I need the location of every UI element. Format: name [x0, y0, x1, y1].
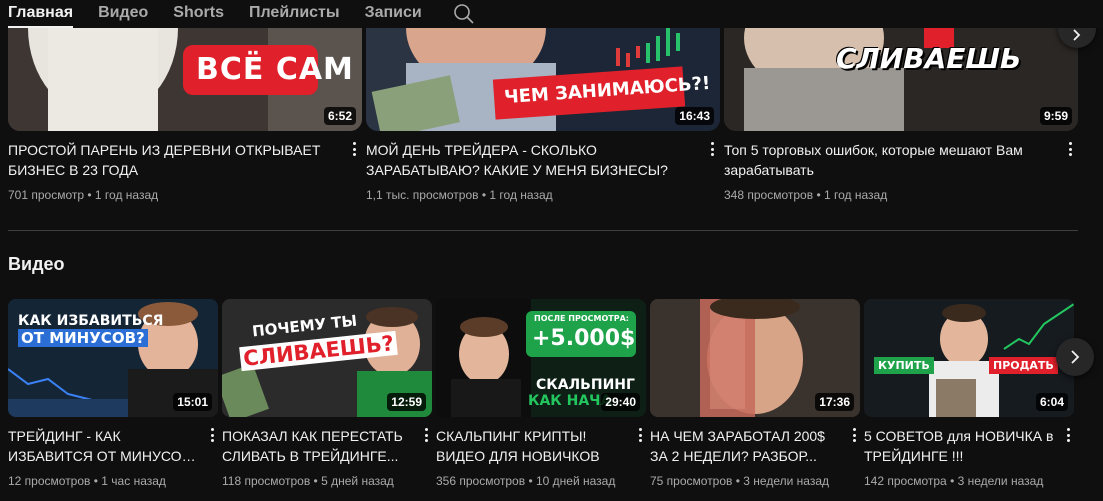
video-duration: 29:40 — [601, 393, 640, 411]
upload-age: 3 недели назад — [743, 474, 830, 488]
thumbnail-caption: +5.000$ — [532, 326, 636, 351]
thumbnail-caption: КАК НАЧА — [528, 393, 612, 409]
tab-playlists[interactable]: Плейлисты — [249, 0, 340, 28]
video-title-line: ЗА 2 НЕДЕЛИ? РАЗБОР... — [650, 448, 817, 464]
upload-age: 3 недели назад — [957, 474, 1044, 488]
meta-separator: • — [816, 188, 821, 202]
section-divider — [8, 230, 1078, 231]
meta-separator: • — [735, 474, 740, 488]
video-title-line: ИЗБАВИТСЯ ОТ МИНУСОВ... — [8, 448, 198, 464]
video-duration: 6:52 — [323, 107, 356, 125]
video-duration: 15:01 — [173, 393, 212, 411]
thumbnail-caption: КАК ИЗБАВИТЬСЯ — [18, 313, 164, 329]
view-count: 142 просмотра — [864, 474, 947, 488]
video-duration: 16:43 — [675, 107, 714, 125]
meta-separator: • — [93, 474, 98, 488]
video-title[interactable]: Топ 5 торговых ошибок, которые мешают Ва… — [724, 140, 1049, 180]
more-options-icon[interactable] — [206, 426, 218, 446]
video-title[interactable]: МОЙ ДЕНЬ ТРЕЙДЕРА - СКОЛЬКО ЗАРАБАТЫВАЮ?… — [366, 140, 691, 180]
tab-home[interactable]: Главная — [8, 0, 74, 28]
video-title[interactable]: СКАЛЬПИНГ КРИПТЫ! ВИДЕО ДЛЯ НОВИЧКОВ — [436, 426, 626, 466]
meta-separator: • — [313, 474, 318, 488]
upload-age: 5 дней назад — [321, 474, 394, 488]
meta-separator: • — [950, 474, 955, 488]
tab-posts[interactable]: Записи — [365, 0, 422, 28]
view-count: 348 просмотров — [724, 188, 814, 202]
more-options-icon[interactable] — [346, 140, 362, 160]
video-title-line: СКАЛЬПИНГ КРИПТЫ! — [436, 428, 587, 444]
upload-age: 1 час назад — [101, 474, 166, 488]
video-title[interactable]: ТРЕЙДИНГ - КАК ИЗБАВИТСЯ ОТ МИНУСОВ... — [8, 426, 198, 466]
view-count: 12 просмотров — [8, 474, 91, 488]
video-title-line: ТРЕЙДИНГЕ !!! — [864, 448, 964, 464]
video-meta: 142 просмотра • 3 недели назад — [864, 474, 1043, 488]
more-options-icon[interactable] — [1062, 140, 1078, 160]
video-thumbnail[interactable]: ЧЕМ ЗАНИМАЮСЬ?! 16:43 — [366, 28, 720, 131]
video-meta: 12 просмотров • 1 час назад — [8, 474, 166, 488]
video-title-line: ТРЕЙДИНГ - КАК — [8, 428, 121, 444]
upload-age: 10 дней назад — [535, 474, 616, 488]
video-meta: 356 просмотров • 10 дней назад — [436, 474, 615, 488]
video-duration: 9:59 — [1039, 107, 1072, 125]
video-title[interactable]: 5 СОВЕТОВ для НОВИЧКА в ТРЕЙДИНГЕ !!! — [864, 426, 1054, 466]
video-thumbnail[interactable]: ПОЧЕМУ ТЫ СЛИВАЕШЬ? 12:59 — [222, 299, 432, 417]
video-thumbnail[interactable]: ПОСЛЕ ПРОСМОТРА: +5.000$ СКАЛЬПИНГ КАК Н… — [436, 299, 646, 417]
more-options-icon[interactable] — [420, 426, 432, 446]
search-icon[interactable] — [453, 0, 475, 30]
meta-separator: • — [481, 188, 487, 202]
video-meta: 118 просмотров • 5 дней назад — [222, 474, 394, 488]
thumbnail-caption: СЛИВАЕШЬ — [836, 42, 1022, 75]
videos-shelf: КАК ИЗБАВИТЬСЯ ОТ МИНУСОВ? 15:01 ТРЕЙДИН… — [0, 299, 1103, 499]
video-title[interactable]: ПРОСТОЙ ПАРЕНЬ ИЗ ДЕРЕВНИ ОТКРЫВАЕТ БИЗН… — [8, 140, 333, 180]
video-thumbnail[interactable]: ВСЁ САМ 6:52 — [8, 28, 362, 131]
more-options-icon[interactable] — [634, 426, 646, 446]
video-title-line: ВИДЕО ДЛЯ НОВИЧКОВ — [436, 448, 600, 464]
upload-age: 1 год назад — [823, 188, 888, 202]
tab-shorts[interactable]: Shorts — [173, 0, 224, 28]
more-options-icon[interactable] — [848, 426, 860, 446]
video-title-line: НА ЧЕМ ЗАРАБОТАЛ 200$ — [650, 428, 825, 444]
video-thumbnail[interactable]: СЛИВАЕШЬ 9:59 — [724, 28, 1078, 131]
section-title[interactable]: Видео — [8, 254, 65, 275]
video-title[interactable]: ПОКАЗАЛ КАК ПЕРЕСТАТЬ СЛИВАТЬ В ТРЕЙДИНГ… — [222, 426, 412, 466]
meta-separator: • — [87, 188, 92, 202]
video-title-line: СЛИВАТЬ В ТРЕЙДИНГЕ... — [222, 448, 399, 464]
thumbnail-caption: ПРОДАТЬ — [989, 357, 1058, 374]
video-duration: 6:04 — [1035, 393, 1068, 411]
video-thumbnail[interactable]: КАК ИЗБАВИТЬСЯ ОТ МИНУСОВ? 15:01 — [8, 299, 218, 417]
video-title[interactable]: НА ЧЕМ ЗАРАБОТАЛ 200$ ЗА 2 НЕДЕЛИ? РАЗБО… — [650, 426, 840, 466]
thumbnail-caption: ВСЁ САМ — [196, 52, 354, 87]
video-title-line: ПОКАЗАЛ КАК ПЕРЕСТАТЬ — [222, 428, 403, 444]
view-count: 356 просмотров — [436, 474, 526, 488]
video-thumbnail[interactable]: 17:36 — [650, 299, 860, 417]
video-meta: 701 просмотр • 1 год назад — [8, 188, 158, 202]
tab-videos[interactable]: Видео — [98, 0, 148, 28]
thumbnail-caption: ПОСЛЕ ПРОСМОТРА: — [534, 314, 629, 323]
featured-videos-row: ВСЁ САМ 6:52 ПРОСТОЙ ПАРЕНЬ ИЗ ДЕРЕВНИ О… — [0, 18, 1103, 213]
thumbnail-caption: ОТ МИНУСОВ? — [18, 329, 148, 347]
video-title-line: 5 СОВЕТОВ для НОВИЧКА в — [864, 428, 1054, 444]
meta-separator: • — [528, 474, 533, 488]
video-duration: 12:59 — [387, 393, 426, 411]
more-options-icon[interactable] — [1062, 426, 1074, 446]
view-count: 75 просмотров — [650, 474, 733, 488]
view-count: 1,1 тыс. просмотров — [366, 188, 479, 202]
thumbnail-caption: СКАЛЬПИНГ — [536, 377, 635, 393]
video-meta: 348 просмотров • 1 год назад — [724, 188, 887, 202]
video-meta: 1,1 тыс. просмотров • 1 год назад — [366, 188, 553, 202]
upload-age: 1 год назад — [94, 188, 159, 202]
channel-tabs: Главная Видео Shorts Плейлисты Записи — [0, 0, 1103, 28]
view-count: 701 просмотр — [8, 188, 85, 202]
video-duration: 17:36 — [815, 393, 854, 411]
next-arrow-button[interactable] — [1056, 338, 1094, 376]
video-meta: 75 просмотров • 3 недели назад — [650, 474, 829, 488]
more-options-icon[interactable] — [704, 140, 720, 160]
video-thumbnail[interactable]: КУПИТЬ ПРОДАТЬ 6:04 — [864, 299, 1074, 417]
upload-age: 1 год назад — [489, 188, 553, 202]
thumbnail-caption: КУПИТЬ — [874, 357, 934, 374]
view-count: 118 просмотров — [222, 474, 311, 488]
